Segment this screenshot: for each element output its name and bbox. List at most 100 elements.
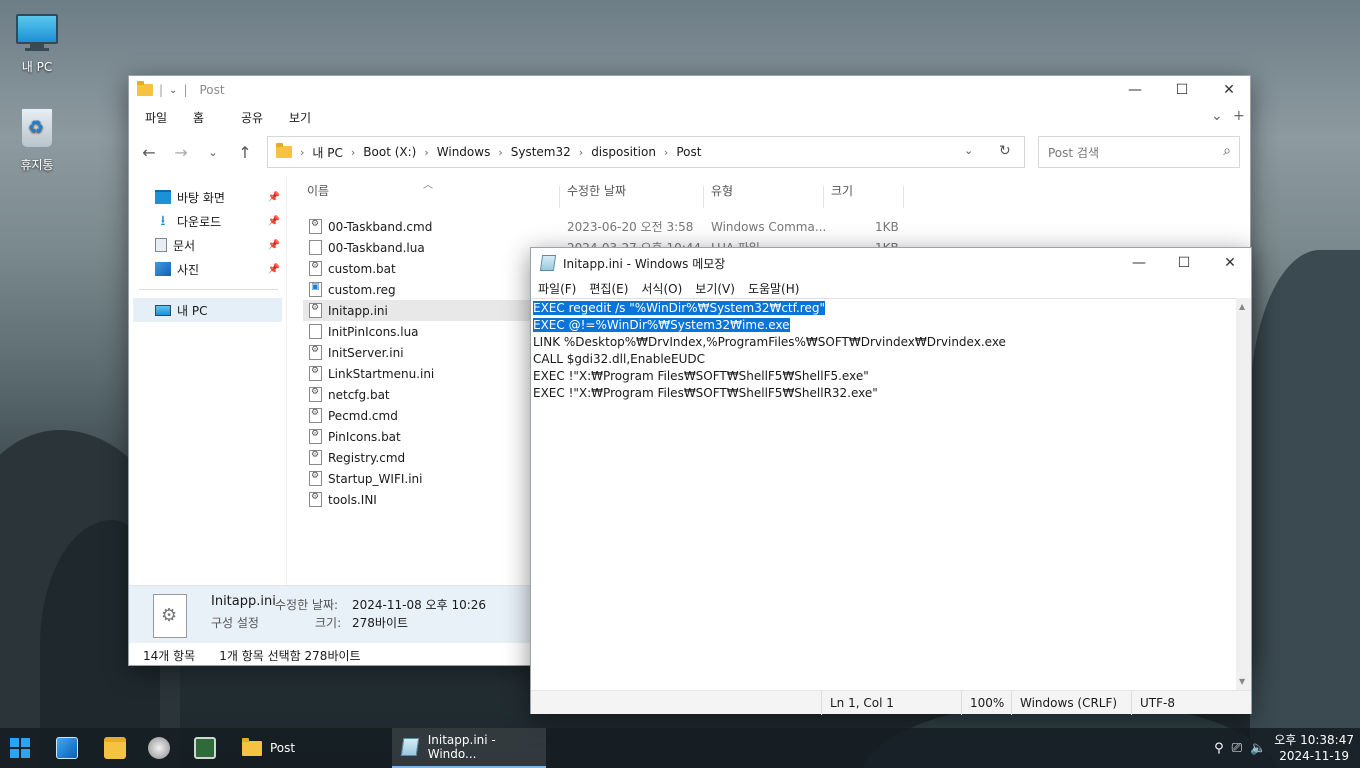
search-icon[interactable]: ⌕: [1223, 143, 1231, 159]
text-line: EXEC @!=%WinDir%₩System32₩ime.exe: [533, 317, 1235, 334]
breadcrumb-item[interactable]: Boot (X:): [363, 145, 416, 159]
nav-item-pictures[interactable]: 사진 📌: [129, 257, 286, 281]
nav-item-this-pc[interactable]: 내 PC: [133, 298, 282, 322]
breadcrumb-chevron-icon[interactable]: ›: [351, 146, 355, 159]
breadcrumb-item[interactable]: disposition: [591, 145, 656, 159]
taskbar-pinned-app[interactable]: [194, 728, 216, 768]
desktop-icon-recycle-bin[interactable]: 휴지통: [5, 108, 69, 173]
maximize-button[interactable]: ☐: [1161, 249, 1207, 277]
address-dropdown-chevron-icon[interactable]: ⌄: [964, 144, 973, 157]
file-name: 00-Taskband.cmd: [328, 219, 433, 234]
display-icon[interactable]: ⎚: [1232, 741, 1242, 756]
nav-item-documents[interactable]: 문서 📌: [129, 233, 286, 257]
column-header-date[interactable]: 수정한 날짜: [567, 182, 626, 199]
breadcrumb-item[interactable]: Post: [676, 145, 701, 159]
tab-home[interactable]: 홈: [193, 109, 241, 126]
computer-icon: [15, 10, 59, 54]
breadcrumb-chevron-icon[interactable]: ›: [579, 146, 583, 159]
file-size: 1KB: [875, 219, 899, 234]
pictures-icon: [155, 262, 171, 276]
refresh-icon[interactable]: ↻: [999, 143, 1011, 159]
file-name: custom.reg: [328, 282, 396, 297]
column-divider[interactable]: [903, 186, 904, 208]
file-name: netcfg.bat: [328, 387, 390, 402]
desktop-icon-label: 휴지통: [20, 158, 54, 172]
add-icon[interactable]: +: [1233, 108, 1245, 124]
ribbon-tabs: 파일 홈 공유 보기 ⌄ +: [129, 104, 1250, 130]
config-file-icon: [309, 471, 322, 486]
notepad-icon: [539, 255, 557, 271]
text-line: EXEC regedit /s "%WinDir%₩System32₩ctf.r…: [533, 300, 1235, 317]
forward-arrow-icon[interactable]: →: [165, 143, 197, 162]
column-header-type[interactable]: 유형: [711, 182, 733, 199]
taskbar-task-notepad[interactable]: Initapp.ini - Windo...: [392, 728, 546, 768]
taskbar-pinned-explorer[interactable]: [104, 728, 126, 768]
nav-item-downloads[interactable]: ⭳ 다운로드 📌: [129, 209, 286, 233]
nav-item-desktop[interactable]: 바탕 화면 📌: [129, 185, 286, 209]
taskbar-task-label: Post: [270, 741, 296, 755]
menu-file[interactable]: 파일(F): [538, 280, 576, 297]
clock-date: 2024-11-19: [1279, 749, 1349, 763]
column-divider[interactable]: [703, 186, 704, 208]
menu-help[interactable]: 도움말(H): [748, 280, 800, 297]
text-line-content: EXEC !"X:₩Program Files₩SOFT₩ShellF5₩She…: [533, 369, 869, 383]
taskbar-task-label: Initapp.ini - Windo...: [427, 733, 496, 761]
menu-edit[interactable]: 편집(E): [589, 280, 628, 297]
column-header-name[interactable]: 이름: [307, 182, 329, 199]
network-icon[interactable]: ⚲: [1214, 741, 1224, 756]
file-type: Windows Comma...: [711, 219, 827, 234]
text-line-content: LINK %Desktop%₩DrvIndex,%ProgramFiles%₩S…: [533, 335, 1006, 349]
vertical-scrollbar[interactable]: ▲ ▼: [1236, 298, 1251, 690]
file-name: Initapp.ini: [328, 303, 388, 318]
taskbar-pinned-app[interactable]: [148, 728, 170, 768]
breadcrumb-chevron-icon[interactable]: ›: [424, 146, 428, 159]
tab-file[interactable]: 파일: [145, 109, 193, 126]
tab-view[interactable]: 보기: [289, 109, 337, 126]
text-editor[interactable]: EXEC regedit /s "%WinDir%₩System32₩ctf.r…: [531, 298, 1237, 690]
close-button[interactable]: ✕: [1207, 249, 1253, 277]
clock[interactable]: 오후 10:38:47 2024-11-19: [1274, 732, 1354, 764]
menu-format[interactable]: 서식(O): [641, 280, 682, 297]
breadcrumb-item[interactable]: System32: [511, 145, 571, 159]
breadcrumb-chevron-icon[interactable]: ›: [498, 146, 502, 159]
file-name: Pecmd.cmd: [328, 408, 398, 423]
minimize-button[interactable]: —: [1116, 249, 1162, 277]
address-toolbar: ← → ⌄ ↑ › 내 PC › Boot (X:) › Windows › S…: [129, 130, 1250, 174]
breadcrumb-chevron-icon[interactable]: ›: [664, 146, 668, 159]
file-row[interactable]: 00-Taskband.cmd 2023-06-20 오전 3:58 Windows…: [303, 216, 1253, 237]
quick-access-toolbar-dropdown[interactable]: ⌄: [169, 85, 177, 96]
breadcrumb-item[interactable]: 내 PC: [312, 144, 342, 161]
up-arrow-icon[interactable]: ↑: [229, 143, 261, 162]
minimize-button[interactable]: —: [1112, 76, 1158, 104]
tab-share[interactable]: 공유: [241, 109, 289, 126]
column-divider[interactable]: [559, 186, 560, 208]
taskbar-pinned-app[interactable]: [56, 728, 78, 768]
file-row[interactable]: Initapp.ini: [303, 300, 533, 321]
menu-bar: 파일(F) 편집(E) 서식(O) 보기(V) 도움말(H): [531, 278, 1251, 298]
desktop-icon-this-pc[interactable]: 내 PC: [5, 10, 69, 75]
back-arrow-icon[interactable]: ←: [133, 143, 165, 162]
menu-view[interactable]: 보기(V): [695, 280, 735, 297]
scroll-up-icon[interactable]: ▲: [1239, 302, 1245, 311]
volume-icon[interactable]: 🔈: [1250, 741, 1266, 756]
breadcrumb-chevron-icon[interactable]: ›: [300, 146, 304, 159]
start-button[interactable]: [10, 728, 34, 768]
scroll-down-icon[interactable]: ▼: [1239, 677, 1245, 686]
config-file-icon: [309, 345, 322, 360]
config-file-icon: [309, 303, 322, 318]
notepad-window: Initapp.ini - Windows 메모장 — ☐ ✕ 파일(F) 편집…: [530, 247, 1253, 715]
recent-locations-chevron-icon[interactable]: ⌄: [197, 146, 229, 159]
column-header-size[interactable]: 크기: [831, 182, 853, 199]
document-icon: [155, 238, 167, 252]
registry-file-icon: [309, 282, 322, 297]
expand-ribbon-icon[interactable]: ⌄: [1211, 108, 1223, 124]
column-divider[interactable]: [823, 186, 824, 208]
search-input[interactable]: Post 검색 ⌕: [1038, 136, 1240, 168]
close-button[interactable]: ✕: [1206, 76, 1252, 104]
taskbar-task-explorer[interactable]: Post: [236, 728, 382, 768]
maximize-button[interactable]: ☐: [1159, 76, 1205, 104]
text-line: CALL $gdi32.dll,EnableEUDC: [533, 351, 1235, 368]
address-bar[interactable]: › 내 PC › Boot (X:) › Windows › System32 …: [267, 136, 1025, 168]
system-tray: ⚲ ⎚ 🔈 오후 10:38:47 2024-11-19: [1214, 728, 1354, 768]
breadcrumb-item[interactable]: Windows: [437, 145, 491, 159]
